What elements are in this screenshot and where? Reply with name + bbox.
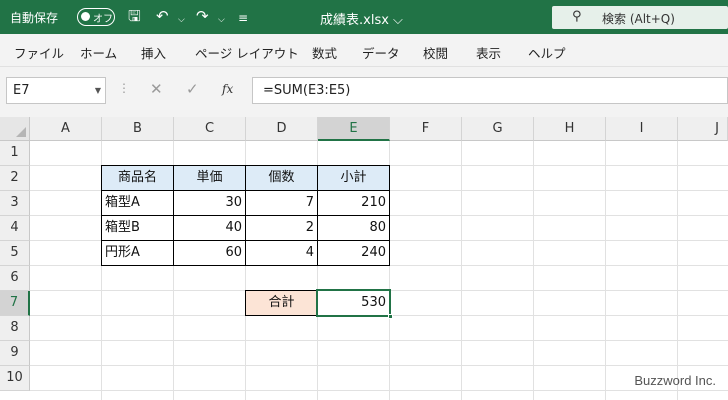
autosave-label: 自動保存: [10, 11, 59, 25]
cell-d5[interactable]: 4: [245, 240, 318, 266]
spreadsheet-grid[interactable]: A B C D E F G H I J 1 2 3 4 5 6 7 8 9 10…: [0, 117, 728, 400]
gridline: [605, 141, 606, 400]
column-header-e[interactable]: E: [318, 117, 390, 141]
insert-function-icon[interactable]: fx: [222, 82, 233, 96]
cell-b4[interactable]: 箱型B: [101, 215, 174, 241]
formula-value: =SUM(E3:E5): [263, 83, 351, 98]
search-text: 検索 (Alt+Q): [602, 12, 675, 26]
column-header-g[interactable]: G: [462, 117, 534, 141]
gridline: [677, 141, 678, 400]
cell-d3[interactable]: 7: [245, 190, 318, 216]
row-header-3[interactable]: 3: [0, 191, 30, 216]
search-box[interactable]: ⚲ 検索 (Alt+Q): [552, 6, 728, 29]
cell-b2[interactable]: 商品名: [101, 165, 174, 191]
cell-d4[interactable]: 2: [245, 215, 318, 241]
name-box[interactable]: E7 ▼: [6, 77, 106, 104]
column-header-f[interactable]: F: [390, 117, 462, 141]
row-header-8[interactable]: 8: [0, 316, 30, 341]
cell-c3[interactable]: 30: [173, 190, 246, 216]
cell-b5[interactable]: 円形A: [101, 240, 174, 266]
cell-e3[interactable]: 210: [317, 190, 390, 216]
tab-formulas[interactable]: 数式: [312, 43, 337, 62]
cell-b3[interactable]: 箱型A: [101, 190, 174, 216]
active-cell-selection[interactable]: [316, 289, 393, 319]
tab-page-layout[interactable]: ページ レイアウト: [195, 43, 299, 62]
customize-toolbar-icon[interactable]: ≡: [238, 9, 248, 27]
row-header-9[interactable]: 9: [0, 341, 30, 366]
undo-icon[interactable]: ↶: [156, 7, 169, 25]
gridline: [30, 365, 728, 366]
select-all-icon: [16, 127, 26, 137]
select-all-button[interactable]: [0, 117, 30, 141]
watermark: Buzzword Inc.: [634, 373, 716, 388]
row-header-6[interactable]: 6: [0, 266, 30, 291]
cell-c5[interactable]: 60: [173, 240, 246, 266]
tab-insert[interactable]: 挿入: [141, 43, 166, 62]
formula-input[interactable]: =SUM(E3:E5): [252, 77, 728, 104]
cell-c2[interactable]: 単価: [173, 165, 246, 191]
autosave-toggle[interactable]: オフ: [77, 8, 115, 26]
save-icon[interactable]: 🖫: [128, 7, 141, 25]
file-name[interactable]: 成績表.xlsx ⌵: [320, 9, 470, 28]
tab-review[interactable]: 校閲: [423, 43, 448, 62]
more-options-icon[interactable]: ⋮: [118, 81, 130, 95]
redo-dropdown-icon[interactable]: ⌵: [218, 11, 225, 29]
cell-e2[interactable]: 小計: [317, 165, 390, 191]
gridline: [30, 390, 728, 391]
cancel-icon[interactable]: ✕: [150, 80, 163, 98]
column-header-i[interactable]: I: [606, 117, 678, 141]
ribbon-tabs: ファイル ホーム 挿入 ページ レイアウト 数式 データ 校閲 表示 ヘルプ: [0, 34, 728, 67]
fill-handle[interactable]: [388, 314, 393, 319]
tab-home[interactable]: ホーム: [80, 43, 117, 62]
formula-bar: E7 ▼ ⋮ ✕ ✓ fx =SUM(E3:E5): [0, 67, 728, 117]
column-header-b[interactable]: B: [102, 117, 174, 141]
cell-d2[interactable]: 個数: [245, 165, 318, 191]
gridline: [30, 340, 728, 341]
column-header-j[interactable]: J: [678, 117, 728, 141]
tab-view[interactable]: 表示: [476, 43, 501, 62]
chevron-down-icon[interactable]: ▼: [95, 86, 101, 95]
name-box-value: E7: [13, 83, 30, 98]
cell-d7[interactable]: 合計: [245, 290, 318, 316]
row-header-4[interactable]: 4: [0, 216, 30, 241]
tab-help[interactable]: ヘルプ: [528, 43, 566, 62]
redo-icon[interactable]: ↷: [196, 7, 209, 25]
column-header-h[interactable]: H: [534, 117, 606, 141]
toggle-knob: [81, 12, 90, 21]
column-header-d[interactable]: D: [246, 117, 318, 141]
row-header-10[interactable]: 10: [0, 366, 30, 391]
row-header-5[interactable]: 5: [0, 241, 30, 266]
cell-c4[interactable]: 40: [173, 215, 246, 241]
enter-icon[interactable]: ✓: [186, 80, 199, 98]
column-header-c[interactable]: C: [174, 117, 246, 141]
autosave-state: オフ: [93, 14, 113, 25]
tab-file[interactable]: ファイル: [14, 43, 64, 62]
undo-dropdown-icon[interactable]: ⌵: [178, 11, 185, 29]
cell-e5[interactable]: 240: [317, 240, 390, 266]
tab-data[interactable]: データ: [362, 43, 400, 62]
column-header-a[interactable]: A: [30, 117, 102, 141]
row-header-1[interactable]: 1: [0, 141, 30, 166]
row-header-2[interactable]: 2: [0, 166, 30, 191]
row-header-7[interactable]: 7: [0, 291, 30, 316]
gridline: [461, 141, 462, 400]
title-bar: 自動保存 オフ 🖫 ↶ ⌵ ↷ ⌵ ≡ 成績表.xlsx ⌵ ⚲ 検索 (Alt…: [0, 0, 728, 34]
gridline: [533, 141, 534, 400]
search-icon: ⚲: [572, 9, 582, 24]
cell-e4[interactable]: 80: [317, 215, 390, 241]
